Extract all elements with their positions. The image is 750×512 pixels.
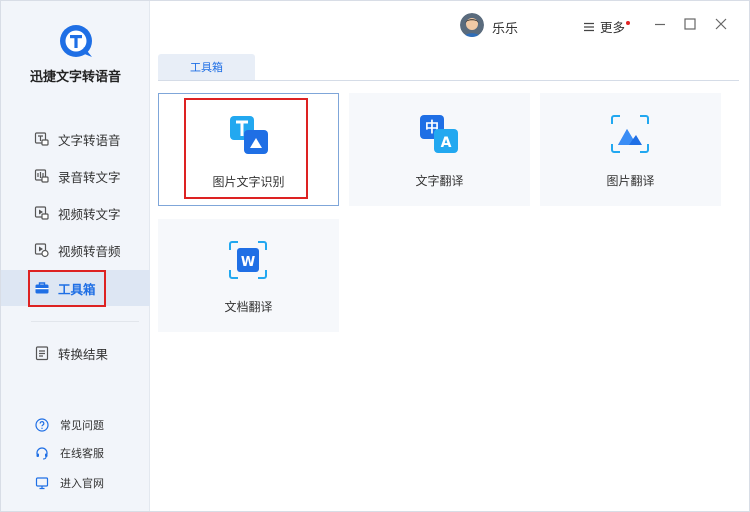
svg-text:A: A xyxy=(441,135,452,151)
footer-label: 常见问题 xyxy=(60,419,104,432)
sidebar-item-toolbox[interactable]: 工具箱 xyxy=(1,270,150,306)
svg-text:W: W xyxy=(241,255,255,270)
image-ocr-icon xyxy=(230,116,268,154)
results-icon xyxy=(34,345,50,361)
sidebar-item-video-to-text[interactable]: 视频转文字 xyxy=(1,195,150,231)
sidebar-item-video-to-audio[interactable]: 视频转音频 xyxy=(1,232,150,268)
sidebar-item-label: 转换结果 xyxy=(58,346,109,362)
tool-card-document-translate[interactable]: W 文档翻译 xyxy=(158,219,339,332)
toolbox-icon xyxy=(34,280,50,296)
tool-label: 图片翻译 xyxy=(606,174,655,188)
tool-card-text-translate[interactable]: 中 A 文字翻译 xyxy=(349,93,530,206)
sidebar-item-label: 工具箱 xyxy=(58,281,96,297)
sidebar-item-label: 视频转音频 xyxy=(58,243,121,259)
username[interactable]: 乐乐 xyxy=(492,18,518,37)
close-icon[interactable] xyxy=(713,16,729,32)
sidebar: 迅捷文字转语音 文字转语音 录音转文字 视频转文字 视频转音频 工具箱 转换结果… xyxy=(1,1,150,511)
sidebar-item-text-to-speech[interactable]: 文字转语音 xyxy=(1,121,150,157)
sidebar-item-online-service[interactable]: 在线客服 xyxy=(1,443,150,463)
sidebar-item-results[interactable]: 转换结果 xyxy=(1,335,150,371)
monitor-icon xyxy=(35,476,49,490)
sidebar-item-label: 文字转语音 xyxy=(58,132,121,148)
maximize-icon[interactable] xyxy=(682,16,698,32)
footer-label: 进入官网 xyxy=(60,477,104,490)
tab-toolbox[interactable]: 工具箱 xyxy=(158,54,255,80)
text-to-speech-icon xyxy=(34,131,50,147)
avatar[interactable] xyxy=(460,13,484,37)
tool-label: 图片文字识别 xyxy=(212,175,285,189)
notification-dot xyxy=(626,20,631,25)
image-translate-icon xyxy=(611,115,649,153)
video-to-text-icon xyxy=(34,205,50,221)
sidebar-item-website[interactable]: 进入官网 xyxy=(1,473,150,493)
sidebar-item-help[interactable]: 常见问题 xyxy=(1,415,150,435)
minimize-icon[interactable] xyxy=(652,16,668,32)
app-window: 迅捷文字转语音 文字转语音 录音转文字 视频转文字 视频转音频 工具箱 转换结果… xyxy=(0,0,750,512)
tool-card-image-ocr[interactable]: 图片文字识别 xyxy=(158,93,339,206)
video-to-audio-icon xyxy=(34,242,50,258)
help-icon xyxy=(35,418,49,432)
sidebar-divider xyxy=(31,321,139,322)
sidebar-item-label: 录音转文字 xyxy=(58,169,121,185)
tool-card-image-translate[interactable]: 图片翻译 xyxy=(540,93,721,206)
tab-divider xyxy=(158,80,739,81)
menu-lines-icon xyxy=(584,22,594,31)
tool-label: 文档翻译 xyxy=(224,300,273,314)
headset-icon xyxy=(35,446,49,460)
more-label: 更多 xyxy=(600,20,626,35)
app-logo-icon xyxy=(60,25,92,57)
app-title: 迅捷文字转语音 xyxy=(29,70,121,85)
more-menu-button[interactable]: 更多 xyxy=(583,17,631,36)
sidebar-item-recording-to-text[interactable]: 录音转文字 xyxy=(1,158,150,194)
footer-label: 在线客服 xyxy=(60,447,104,460)
recording-to-text-icon xyxy=(34,168,50,184)
text-translate-icon: 中 A xyxy=(420,115,458,153)
document-translate-icon: W xyxy=(229,241,267,279)
sidebar-item-label: 视频转文字 xyxy=(58,206,121,222)
tool-label: 文字翻译 xyxy=(415,174,464,188)
